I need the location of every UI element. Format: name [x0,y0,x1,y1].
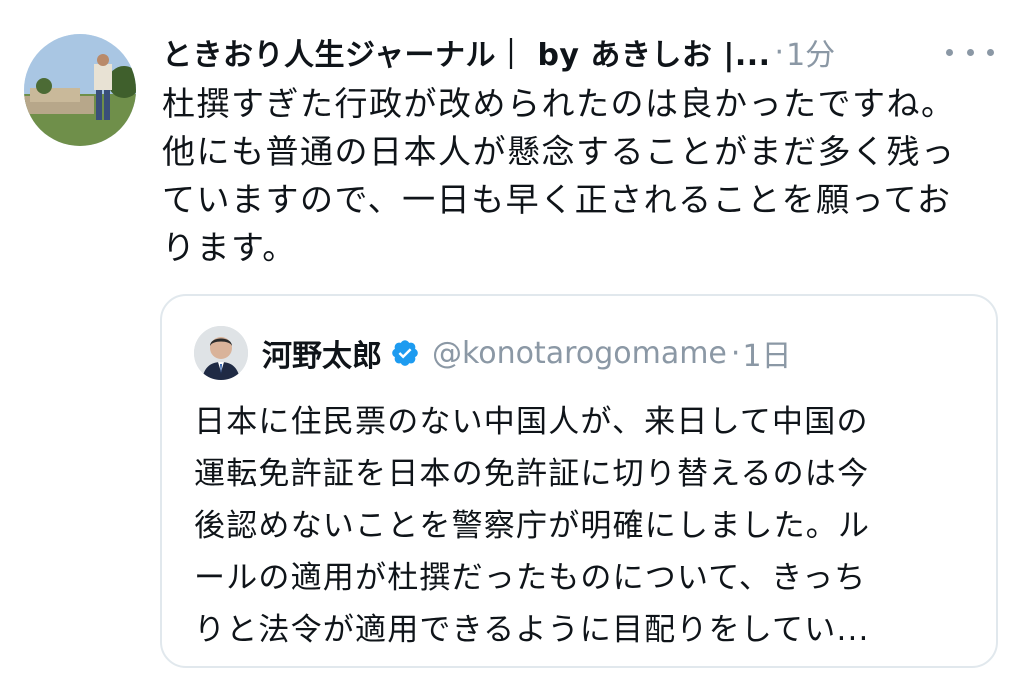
quoted-author-name[interactable]: 河野太郎 [262,331,382,375]
author-name[interactable]: ときおり人生ジャーナル｜ by あきしお |... [162,30,771,74]
quoted-tweet-timestamp[interactable]: 1日 [742,331,791,375]
quoted-header-separator: · [730,335,741,371]
quoted-author-handle[interactable]: @konotarogomame [432,336,727,371]
quoted-author-avatar[interactable] [194,326,248,380]
tweet-header: ときおり人生ジャーナル｜ by あきしお |... · 1分 [162,28,1002,76]
verified-badge-icon [392,340,418,366]
more-dot [987,48,994,56]
tweet-body: 杜撰すぎた行政が改められたのは良かったですね。 他にも普通の日本人が懸念すること… [162,84,956,267]
header-separator: · [774,34,785,70]
quoted-tweet-header: 河野太郎 @konotarogomame · 1日 [262,330,792,376]
more-dot [946,48,953,56]
more-dot [966,48,974,56]
more-horizontal-icon[interactable] [946,36,994,68]
quoted-avatar-image [194,326,248,380]
tweet-timestamp[interactable]: 1分 [786,30,835,74]
quoted-tweet-body: 日本に住民票のない中国人が、来日して中国の 運転免許証を日本の免許証に切り替える… [194,404,871,648]
quoted-tweet-card[interactable]: 河野太郎 @konotarogomame · 1日 日本に住民票のない中国人が、… [160,294,998,668]
author-avatar[interactable] [24,34,136,146]
author-avatar-image [24,34,136,146]
